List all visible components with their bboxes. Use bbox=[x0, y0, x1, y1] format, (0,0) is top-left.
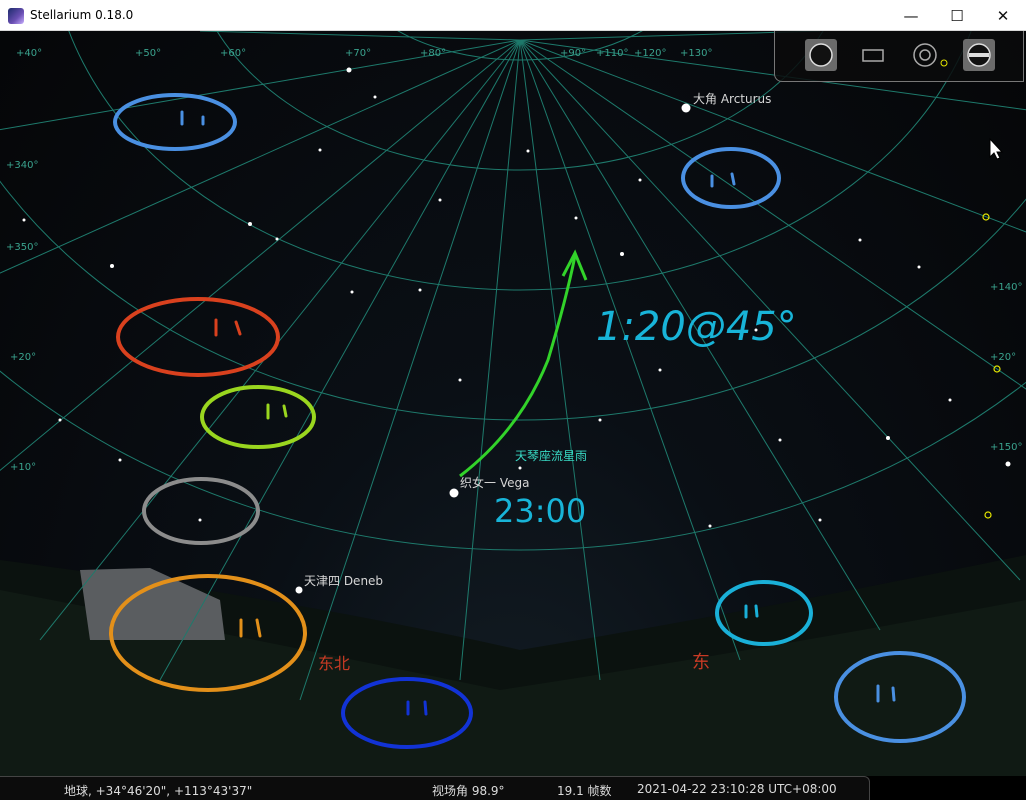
grid-label: +130° bbox=[680, 48, 712, 59]
lyrids-radiant-label[interactable]: 天琴座流星雨 bbox=[515, 448, 587, 463]
annotation-time-top: 1:20@45° bbox=[596, 304, 797, 350]
maximize-button[interactable]: ☐ bbox=[934, 0, 980, 31]
grid-label: +50° bbox=[135, 48, 161, 59]
grid-label: +350° bbox=[6, 242, 38, 253]
arcturus-label[interactable]: 大角 Arcturus bbox=[693, 92, 771, 106]
grid-label: +120° bbox=[634, 48, 666, 59]
target-icon bbox=[913, 43, 948, 67]
minimize-button[interactable]: — bbox=[888, 0, 934, 31]
telescope-button[interactable] bbox=[963, 39, 995, 71]
grid-label: +60° bbox=[220, 48, 246, 59]
grid-label: +150° bbox=[990, 442, 1022, 453]
close-button[interactable]: ✕ bbox=[980, 0, 1026, 31]
grid-label: +340° bbox=[6, 160, 38, 171]
deneb-label[interactable]: 天津四 Deneb bbox=[304, 574, 383, 588]
sky-view[interactable]: +40° +340° +350° +20° +10° +50° +60° +70… bbox=[0, 31, 1026, 776]
arrow-head bbox=[561, 249, 588, 281]
cardinal-northeast-label: 东北 bbox=[318, 654, 350, 673]
title-bar: Stellarium 0.18.0 — ☐ ✕ bbox=[0, 0, 1026, 31]
altitude-grid bbox=[0, 31, 1026, 551]
grid-label: +80° bbox=[420, 48, 446, 59]
rectangle-icon bbox=[862, 49, 884, 62]
sky-canvas: +40° +340° +350° +20° +10° +50° +60° +70… bbox=[0, 31, 1026, 776]
grid-label: +40° bbox=[16, 48, 42, 59]
grid-label: +140° bbox=[990, 282, 1022, 293]
mouse-cursor-icon bbox=[989, 137, 1004, 160]
telescope-icon bbox=[967, 43, 991, 67]
cardinal-east-label: 东 bbox=[692, 652, 710, 673]
vega-label[interactable]: 织女一 Vega bbox=[460, 475, 529, 490]
planet-markers bbox=[982, 213, 1001, 519]
fov-readout: 视场角 98.9° bbox=[432, 784, 505, 798]
annotation-time-bottom: 23:00 bbox=[494, 492, 586, 530]
sky-toggle-button[interactable] bbox=[805, 39, 837, 71]
grid-label: +90° bbox=[560, 48, 586, 59]
grid-label: +20° bbox=[990, 352, 1016, 363]
grid-label: +70° bbox=[345, 48, 371, 59]
status-bar: 地球, +34°46'20", +113°43'37" 视场角 98.9° 19… bbox=[0, 776, 870, 800]
window-mode-button[interactable] bbox=[857, 39, 889, 71]
grid-label: +10° bbox=[10, 462, 36, 473]
planet-disc-icon bbox=[809, 43, 833, 67]
grid-label: +110° bbox=[596, 48, 628, 59]
ocular-button[interactable] bbox=[909, 39, 948, 71]
location-readout[interactable]: 地球, +34°46'20", +113°43'37" bbox=[64, 782, 252, 799]
view-toolbar bbox=[774, 31, 1024, 82]
window-title: Stellarium 0.18.0 bbox=[30, 8, 134, 22]
datetime-readout[interactable]: 2021-04-22 23:10:28 UTC+08:00 bbox=[637, 782, 837, 796]
stellarium-app-icon bbox=[8, 8, 24, 24]
grid-label: +20° bbox=[10, 352, 36, 363]
fps-readout: 19.1 帧数 bbox=[557, 784, 612, 798]
